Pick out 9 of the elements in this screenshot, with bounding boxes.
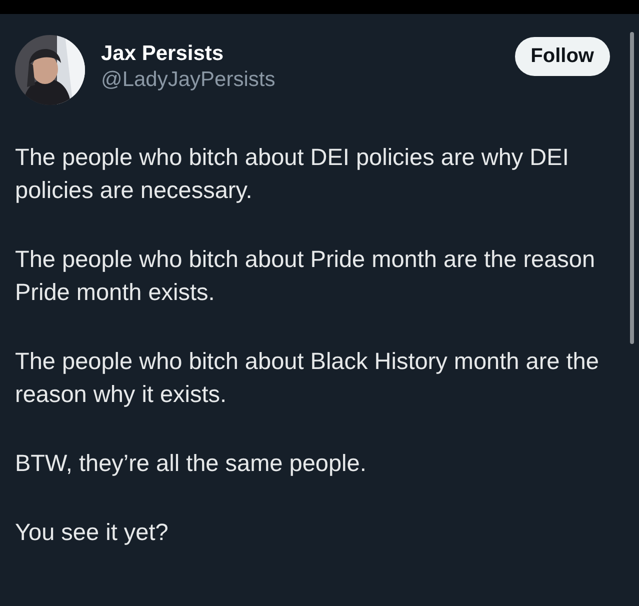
follow-button[interactable]: Follow <box>514 37 610 76</box>
author-name[interactable]: Jax Persists <box>101 42 499 66</box>
post-paragraph: The people who bitch about Black History month are the reason why it exists. <box>15 347 600 409</box>
post-paragraph: BTW, they’re all the same people. <box>15 449 368 478</box>
scrollbar[interactable] <box>630 32 634 344</box>
post-paragraph: You see it yet? <box>15 518 170 547</box>
author-handle[interactable]: @LadyJayPersists <box>101 68 499 92</box>
post-paragraph: The people who bitch about DEI policies are why DEI policies are necessary. <box>15 143 570 205</box>
post-paragraph: The people who bitch about Pride month are the reason Pride month exists. <box>15 245 596 307</box>
